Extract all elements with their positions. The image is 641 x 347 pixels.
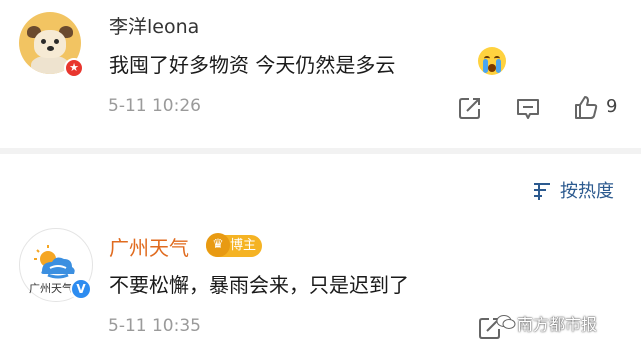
comment-timestamp: 5-11 10:35 <box>108 316 201 336</box>
avatar-dog-face <box>34 30 66 58</box>
comment-username[interactable]: 广州天气 <box>109 232 189 261</box>
crying-face-emoji-icon <box>478 47 506 75</box>
like-count: 9 <box>606 96 618 117</box>
crown-icon: ♛ <box>206 233 230 257</box>
share-icon[interactable] <box>457 95 483 121</box>
comment-username[interactable]: 李洋leona <box>109 12 199 39</box>
avatar-label: 广州天气 <box>29 282 73 295</box>
comment-timestamp: 5-11 10:26 <box>108 96 201 116</box>
comment-text: 不要松懈，暴雨会来，只是迟到了 <box>109 273 409 297</box>
avatar-dog-eye-right <box>54 39 59 44</box>
verified-badge-icon: V <box>70 278 92 300</box>
sort-by-hot-button[interactable]: 按热度 <box>560 177 614 203</box>
user-level-badge: ★ <box>64 58 84 78</box>
role-badge-label: 博主 <box>230 238 257 253</box>
comment-text: 我囤了好多物资 今天仍然是多云 <box>109 53 396 77</box>
wechat-icon <box>496 315 516 329</box>
avatar-dog-eye-left <box>41 39 46 44</box>
comment-icon[interactable] <box>515 96 541 122</box>
sort-icon[interactable] <box>531 180 553 202</box>
watermark-text: 南方都市报 <box>517 315 598 334</box>
like-icon[interactable] <box>573 94 599 120</box>
section-divider <box>0 148 641 154</box>
avatar-dog-nose <box>47 46 54 51</box>
